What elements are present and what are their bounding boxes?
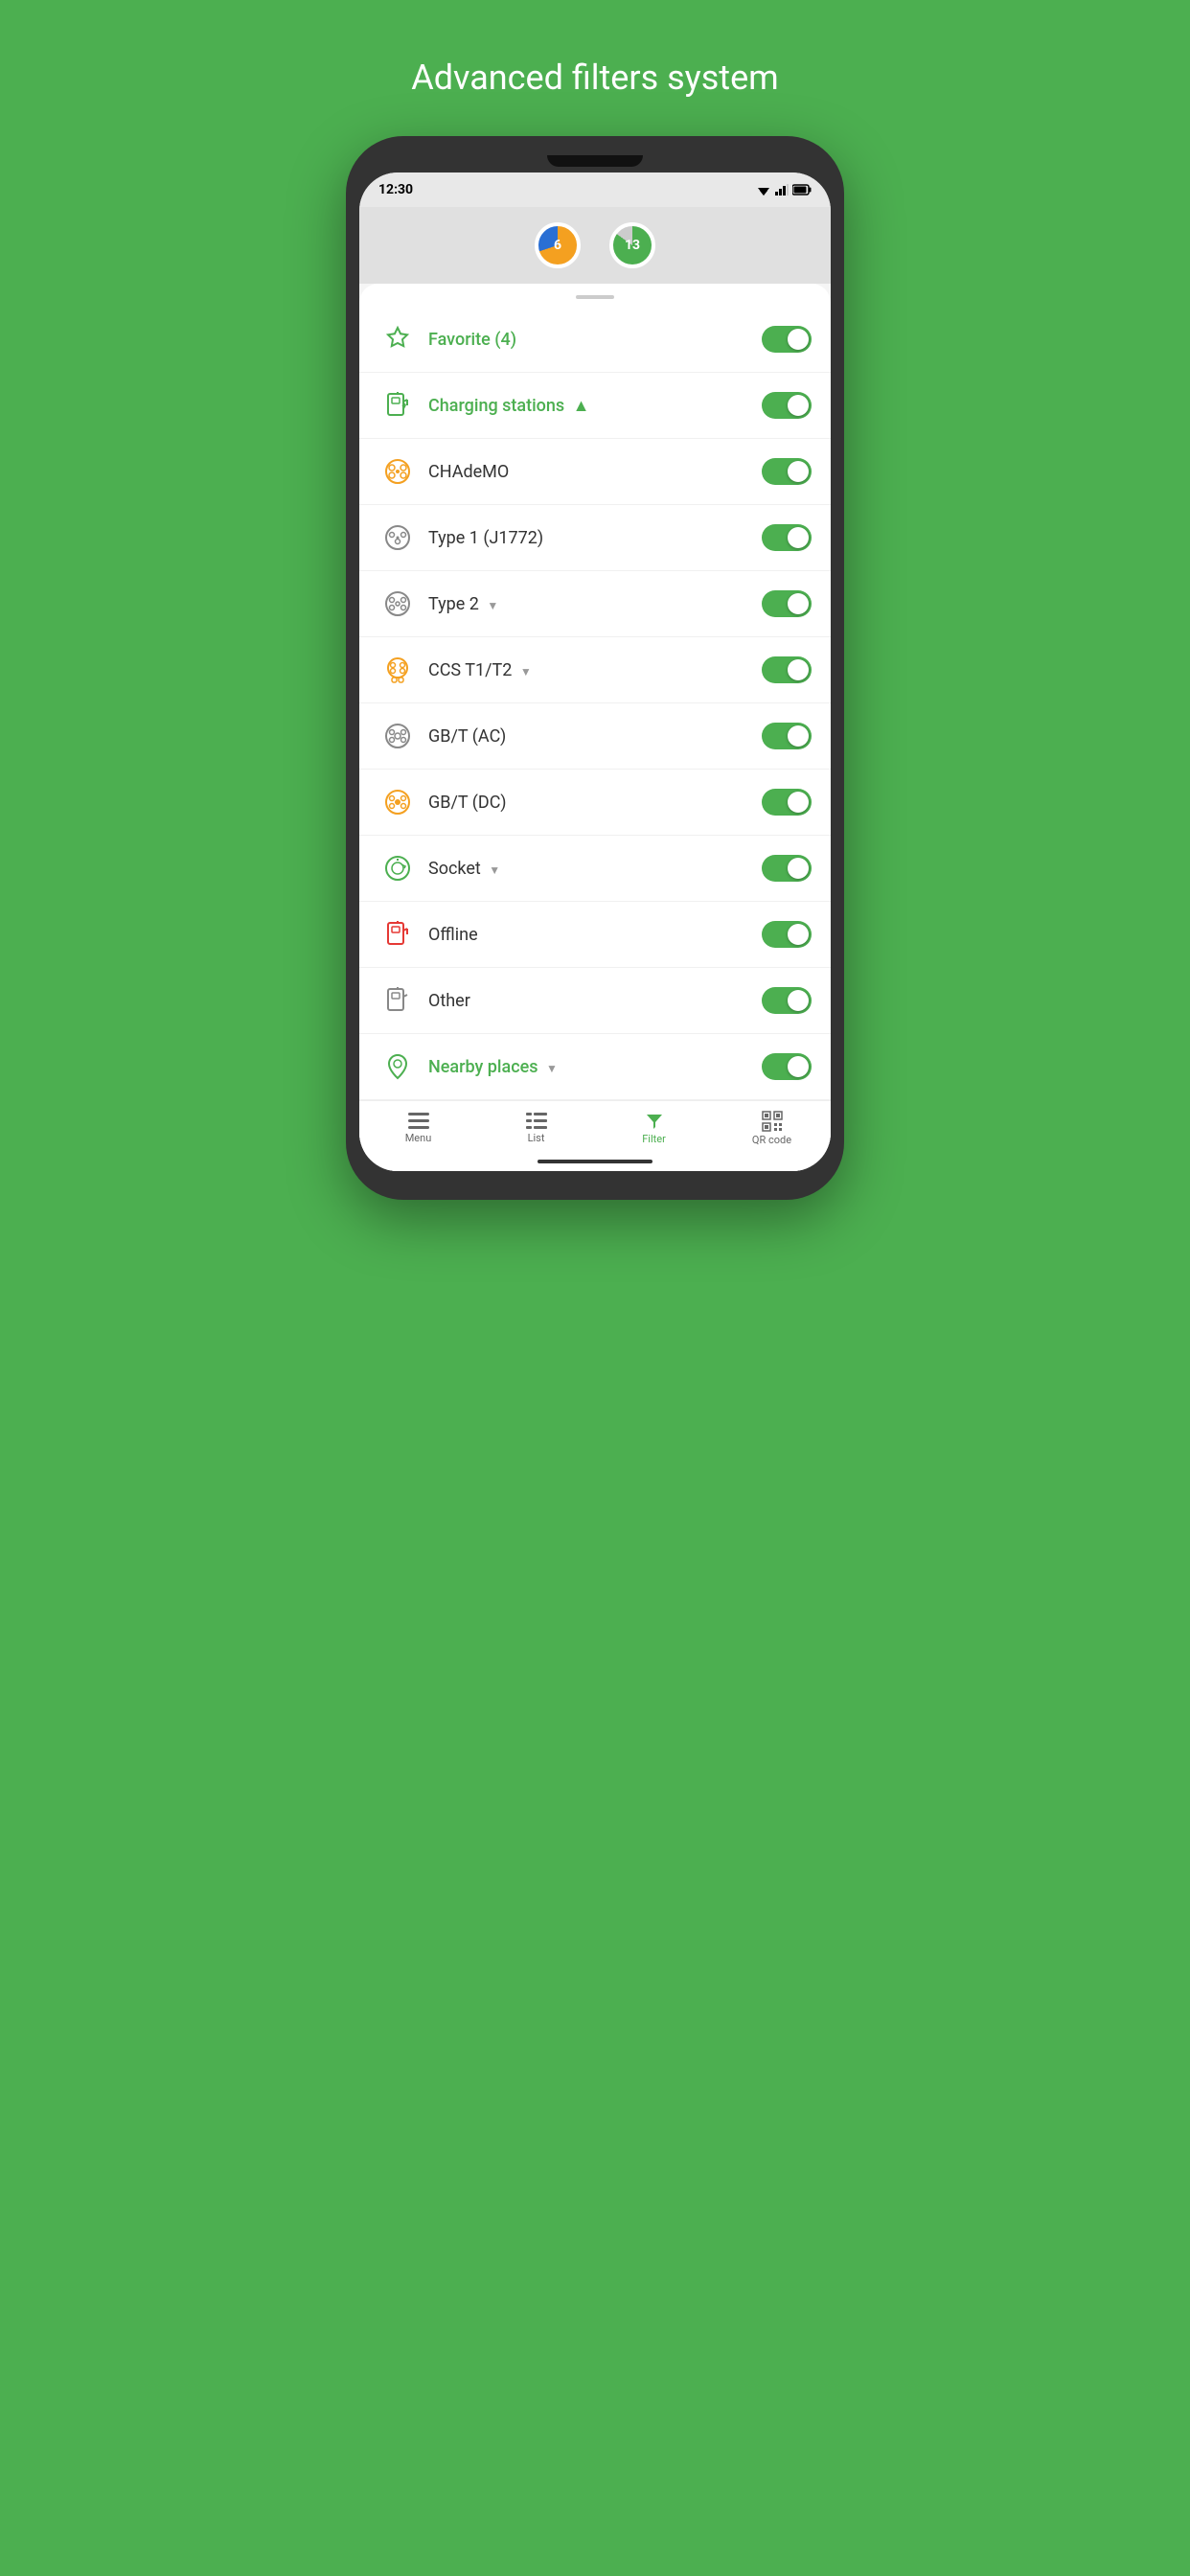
- bottom-navigation: Menu List: [359, 1100, 831, 1152]
- home-bar: [538, 1160, 652, 1163]
- status-bar: 12:30: [359, 172, 831, 207]
- list-icon: [526, 1113, 547, 1130]
- nearby-icon: [378, 1047, 417, 1086]
- phone-notch-area: [359, 155, 831, 167]
- filter-row-nearby[interactable]: Nearby places ▼: [359, 1034, 831, 1100]
- filter-panel: Favorite (4) Charging stations ▲: [359, 284, 831, 1171]
- map-marker-2: 13: [609, 222, 655, 268]
- type2-toggle[interactable]: [762, 590, 812, 617]
- charging-stations-label: Charging stations ▲: [428, 396, 762, 416]
- filter-row-type2[interactable]: Type 2 ▼: [359, 571, 831, 637]
- filter-row-gbt-dc[interactable]: GB/T (DC): [359, 770, 831, 836]
- gbt-dc-icon: [378, 783, 417, 821]
- type1-label: Type 1 (J1772): [428, 528, 762, 548]
- filter-row-charging-stations[interactable]: Charging stations ▲: [359, 373, 831, 439]
- type1-toggle[interactable]: [762, 524, 812, 551]
- filter-row-gbt-ac[interactable]: GB/T (AC): [359, 703, 831, 770]
- gbt-ac-toggle[interactable]: [762, 723, 812, 749]
- gbt-ac-icon: [378, 717, 417, 755]
- filter-row-favorite[interactable]: Favorite (4): [359, 307, 831, 373]
- menu-icon: [408, 1113, 429, 1130]
- offline-icon: [378, 915, 417, 954]
- type2-icon: [378, 585, 417, 623]
- favorite-label: Favorite (4): [428, 330, 762, 350]
- wifi-icon: [756, 184, 771, 196]
- nav-filter[interactable]: Filter: [626, 1112, 683, 1145]
- nav-qrcode-label: QR code: [752, 1134, 791, 1146]
- drag-bar: [576, 295, 614, 299]
- favorite-toggle[interactable]: [762, 326, 812, 353]
- phone-frame: 12:30: [346, 136, 844, 1200]
- charging-stations-toggle[interactable]: [762, 392, 812, 419]
- nearby-chevron: ▼: [546, 1062, 558, 1075]
- nav-menu-label: Menu: [405, 1132, 432, 1144]
- chademo-toggle[interactable]: [762, 458, 812, 485]
- chademo-icon: [378, 452, 417, 491]
- offline-toggle[interactable]: [762, 921, 812, 948]
- nav-qrcode[interactable]: QR code: [744, 1111, 801, 1146]
- map-preview: 6 13: [359, 207, 831, 284]
- star-icon: [378, 320, 417, 358]
- map-marker-1: 6: [535, 222, 581, 268]
- ccs-toggle[interactable]: [762, 656, 812, 683]
- nearby-label: Nearby places ▼: [428, 1057, 762, 1077]
- qr-icon: [762, 1111, 783, 1132]
- filter-row-chademo[interactable]: CHAdeMO: [359, 439, 831, 505]
- other-toggle[interactable]: [762, 987, 812, 1014]
- nav-list[interactable]: List: [508, 1113, 565, 1144]
- nav-list-label: List: [528, 1132, 545, 1144]
- nearby-toggle[interactable]: [762, 1053, 812, 1080]
- offline-label: Offline: [428, 925, 762, 945]
- chademo-label: CHAdeMO: [428, 462, 762, 482]
- filter-row-ccs[interactable]: CCS T1/T2 ▼: [359, 637, 831, 703]
- other-label: Other: [428, 991, 762, 1011]
- socket-toggle[interactable]: [762, 855, 812, 882]
- ccs-label: CCS T1/T2 ▼: [428, 660, 762, 680]
- filter-icon: [645, 1112, 664, 1131]
- type2-label: Type 2 ▼: [428, 594, 762, 614]
- gbt-ac-label: GB/T (AC): [428, 726, 762, 747]
- battery-icon: [792, 184, 812, 196]
- phone-notch: [547, 155, 643, 167]
- socket-label: Socket ▼: [428, 859, 762, 879]
- gbt-dc-label: GB/T (DC): [428, 793, 762, 813]
- type2-chevron: ▼: [487, 599, 498, 612]
- filter-row-offline[interactable]: Offline: [359, 902, 831, 968]
- ccs-icon: [378, 651, 417, 689]
- other-icon: [378, 981, 417, 1020]
- signal-icon: [775, 184, 789, 196]
- filter-row-socket[interactable]: Socket ▼: [359, 836, 831, 902]
- nav-filter-label: Filter: [642, 1133, 666, 1145]
- gbt-dc-toggle[interactable]: [762, 789, 812, 816]
- status-icons: [756, 184, 812, 196]
- drag-handle[interactable]: [359, 284, 831, 307]
- page-title: Advanced filters system: [411, 58, 779, 98]
- home-indicator: [359, 1152, 831, 1171]
- nav-menu[interactable]: Menu: [390, 1113, 447, 1144]
- socket-icon: [378, 849, 417, 887]
- filter-row-other[interactable]: Other: [359, 968, 831, 1034]
- charging-station-icon: [378, 386, 417, 425]
- type1-icon: [378, 518, 417, 557]
- filter-row-type1[interactable]: Type 1 (J1772): [359, 505, 831, 571]
- socket-chevron: ▼: [489, 863, 500, 877]
- ccs-chevron: ▼: [520, 665, 532, 678]
- status-time: 12:30: [378, 182, 413, 197]
- phone-screen: 12:30: [359, 172, 831, 1171]
